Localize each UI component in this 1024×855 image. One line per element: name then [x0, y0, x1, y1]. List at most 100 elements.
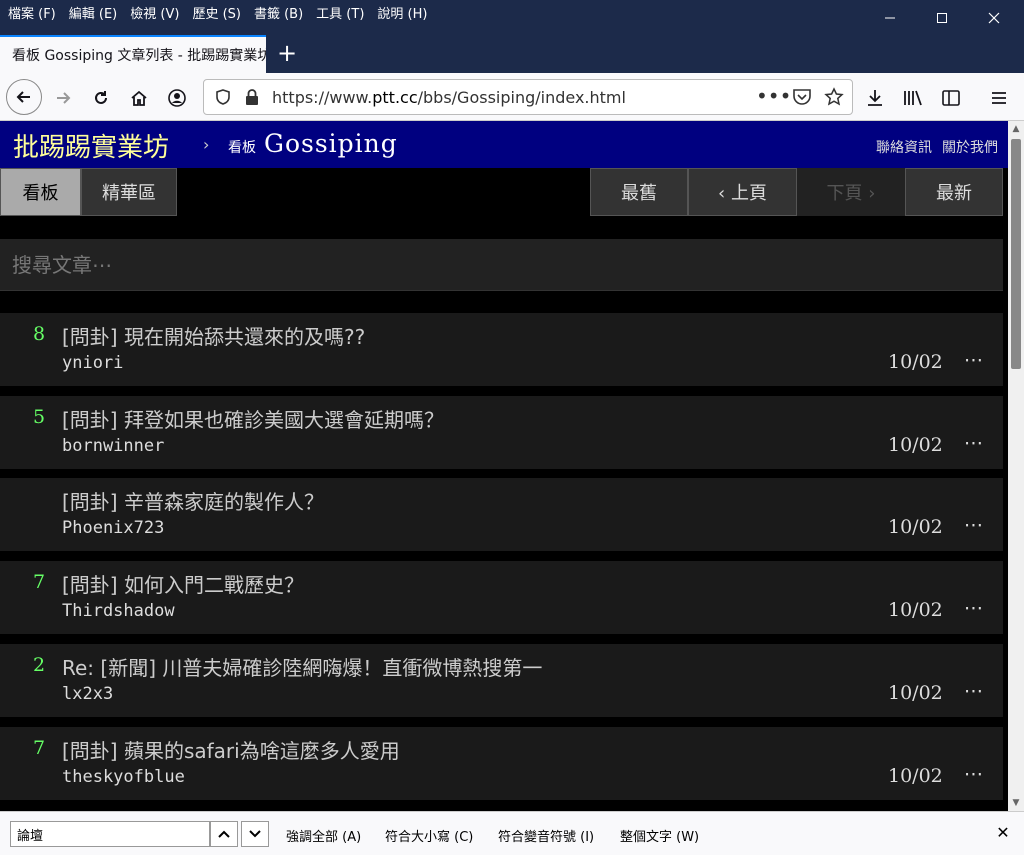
- post-date: 10/02: [888, 351, 943, 373]
- next-page-button: 下頁 ›: [797, 168, 905, 216]
- match-case-option[interactable]: 符合大小寫 (C): [385, 826, 473, 845]
- post-row[interactable]: 8 [問卦] 現在開始舔共還來的及嗎?? yniori 10/02 ⋯: [0, 313, 1003, 386]
- library-icon: [904, 90, 922, 106]
- scrollbar-thumb[interactable]: [1011, 139, 1021, 369]
- forward-arrow-icon: [57, 92, 71, 104]
- find-previous-button[interactable]: [210, 821, 238, 847]
- post-row[interactable]: [問卦] 辛普森家庭的製作人？ Phoenix723 10/02 ⋯: [0, 478, 1003, 551]
- reload-button[interactable]: [84, 81, 118, 115]
- post-row[interactable]: 7 [問卦] 蘋果的safari為啥這麼多人愛用 theskyofblue 10…: [0, 727, 1003, 800]
- account-icon: [168, 89, 186, 107]
- navigation-toolbar: https://www.ptt.cc/bbs/Gossiping/index.h…: [0, 73, 1024, 121]
- url-domain: ptt.cc: [372, 88, 418, 107]
- previous-page-button[interactable]: ‹ 上頁: [688, 168, 797, 216]
- menu-edit[interactable]: 編輯 (E): [69, 3, 131, 22]
- highlight-all-option[interactable]: 強調全部 (A): [286, 826, 361, 845]
- post-row[interactable]: 5 [問卦] 拜登如果也確診美國大選會延期嗎？ bornwinner 10/02…: [0, 396, 1003, 469]
- back-button[interactable]: [6, 79, 42, 115]
- sidebar-button[interactable]: [934, 81, 968, 115]
- post-author: bornwinner: [62, 436, 165, 456]
- chevron-down-icon: [249, 830, 261, 838]
- minimize-button[interactable]: [864, 0, 916, 35]
- ptt-topbar: 批踢踢實業坊 › 看板 Gossiping 聯絡資訊 關於我們: [0, 121, 1008, 168]
- url-text: https://www.ptt.cc/bbs/Gossiping/index.h…: [272, 88, 626, 107]
- menu-history[interactable]: 歷史 (S): [192, 3, 254, 22]
- close-find-bar-button[interactable]: ✕: [992, 822, 1014, 844]
- url-prefix: https://www.: [272, 88, 373, 107]
- recommend-count: 2: [32, 654, 46, 676]
- forward-button[interactable]: [46, 81, 80, 115]
- more-options-button[interactable]: ⋯: [964, 432, 984, 454]
- post-author: theskyofblue: [62, 767, 185, 787]
- url-bar[interactable]: https://www.ptt.cc/bbs/Gossiping/index.h…: [203, 79, 853, 115]
- menu-help[interactable]: 說明 (H): [377, 3, 440, 22]
- browser-tab[interactable]: 看板 Gossiping 文章列表 - 批踢踢實業坊: [0, 35, 266, 73]
- page-actions-button[interactable]: •••: [756, 84, 791, 108]
- home-button[interactable]: [122, 81, 156, 115]
- maximize-icon: [937, 12, 947, 23]
- title-bar: 檔案 (F) 編輯 (E) 檢視 (V) 歷史 (S) 書籤 (B) 工具 (T…: [0, 0, 1024, 35]
- more-options-button[interactable]: ⋯: [964, 763, 984, 785]
- whole-words-option[interactable]: 整個文字 (W): [620, 826, 699, 845]
- close-window-button[interactable]: [968, 0, 1020, 35]
- post-row[interactable]: 7 [問卦] 如何入門二戰歷史？ Thirdshadow 10/02 ⋯: [0, 561, 1003, 634]
- post-title-link[interactable]: [問卦] 現在開始舔共還來的及嗎??: [62, 321, 365, 350]
- post-author: Phoenix723: [62, 518, 165, 538]
- new-tab-button[interactable]: +: [272, 37, 302, 71]
- menu-button[interactable]: [982, 81, 1016, 115]
- scroll-down-arrow-icon[interactable]: ▼: [1008, 795, 1024, 811]
- post-title-link[interactable]: Re: [新聞] 川普夫婦確診陸網嗨爆！直衝微博熱搜第一: [62, 652, 542, 681]
- recommend-count: 7: [32, 737, 46, 759]
- more-options-button[interactable]: ⋯: [964, 680, 984, 702]
- tab-strip: 看板 Gossiping 文章列表 - 批踢踢實業坊 +: [0, 35, 1024, 73]
- post-author: yniori: [62, 353, 124, 373]
- page-content: 批踢踢實業坊 › 看板 Gossiping 聯絡資訊 關於我們 看板 精華區 最舊…: [0, 121, 1024, 811]
- bookmark-star-icon[interactable]: [824, 87, 844, 111]
- post-date: 10/02: [888, 682, 943, 704]
- post-title-link[interactable]: [問卦] 辛普森家庭的製作人？: [62, 486, 324, 515]
- lock-icon[interactable]: [244, 88, 260, 110]
- more-options-button[interactable]: ⋯: [964, 349, 984, 371]
- find-input[interactable]: [10, 821, 210, 847]
- newest-page-button[interactable]: 最新: [905, 168, 1003, 216]
- sidebar-icon: [942, 90, 960, 106]
- post-title-link[interactable]: [問卦] 拜登如果也確診美國大選會延期嗎？: [62, 404, 444, 433]
- digest-button[interactable]: 精華區: [81, 168, 177, 216]
- site-name-link[interactable]: 批踢踢實業坊: [13, 127, 169, 164]
- downloads-button[interactable]: [858, 81, 892, 115]
- account-button[interactable]: [160, 81, 194, 115]
- maximize-button[interactable]: [916, 0, 968, 35]
- scroll-up-arrow-icon[interactable]: ▲: [1008, 121, 1024, 137]
- chevron-up-icon: [218, 830, 230, 838]
- search-input[interactable]: [0, 239, 1003, 290]
- more-options-button[interactable]: ⋯: [964, 514, 984, 536]
- post-title-link[interactable]: [問卦] 蘋果的safari為啥這麼多人愛用: [62, 735, 400, 764]
- search-box: [0, 239, 1003, 291]
- contact-link[interactable]: 聯絡資訊: [876, 140, 932, 156]
- match-diacritics-option[interactable]: 符合變音符號 (I): [498, 826, 594, 845]
- find-bar: 強調全部 (A) 符合大小寫 (C) 符合變音符號 (I) 整個文字 (W) ✕: [0, 811, 1024, 855]
- post-author: lx2x3: [62, 684, 114, 704]
- more-options-button[interactable]: ⋯: [964, 597, 984, 619]
- recommend-count: 8: [32, 323, 46, 345]
- board-button[interactable]: 看板: [0, 168, 81, 216]
- post-date: 10/02: [888, 516, 943, 538]
- menu-file[interactable]: 檔案 (F): [8, 3, 69, 22]
- post-title-link[interactable]: [問卦] 如何入門二戰歷史？: [62, 569, 304, 598]
- find-next-button[interactable]: [241, 821, 269, 847]
- menu-bookmarks[interactable]: 書籤 (B): [254, 3, 316, 22]
- about-link[interactable]: 關於我們: [942, 140, 998, 156]
- menu-tools[interactable]: 工具 (T): [316, 3, 377, 22]
- download-icon: [868, 90, 882, 106]
- library-button[interactable]: [896, 81, 930, 115]
- vertical-scrollbar[interactable]: ▲ ▼: [1008, 121, 1024, 811]
- recommend-count: 7: [32, 571, 46, 593]
- board-name-link[interactable]: Gossiping: [264, 129, 398, 158]
- pocket-icon[interactable]: [792, 88, 812, 110]
- tracking-protection-icon[interactable]: [214, 88, 232, 110]
- oldest-page-button[interactable]: 最舊: [590, 168, 688, 216]
- post-author: Thirdshadow: [62, 601, 175, 621]
- menu-view[interactable]: 檢視 (V): [130, 3, 192, 22]
- menu-bar: 檔案 (F) 編輯 (E) 檢視 (V) 歷史 (S) 書籤 (B) 工具 (T…: [8, 3, 440, 22]
- post-row[interactable]: 2 Re: [新聞] 川普夫婦確診陸網嗨爆！直衝微博熱搜第一 lx2x3 10/…: [0, 644, 1003, 717]
